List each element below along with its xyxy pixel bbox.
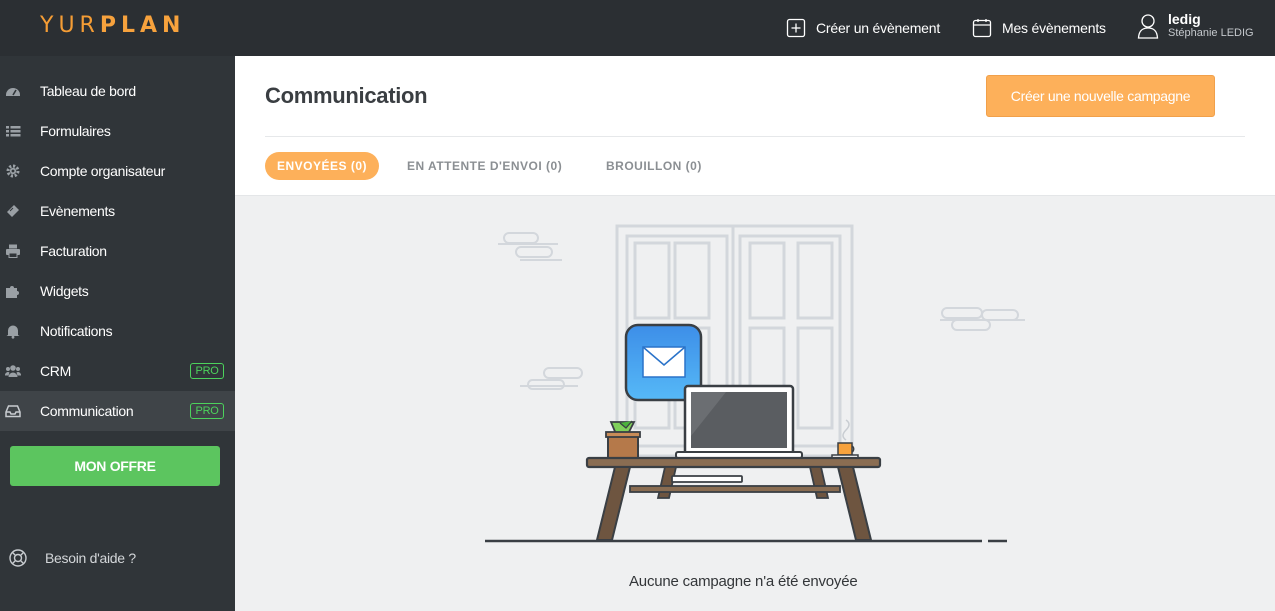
puzzle-icon bbox=[6, 286, 19, 298]
user-icon bbox=[1137, 14, 1159, 39]
sidebar-item-dashboard[interactable]: Tableau de bord bbox=[0, 71, 235, 111]
sidebar: Tableau de bord Formulaires Compte organ… bbox=[0, 56, 235, 611]
tab-sent[interactable]: ENVOYÉES (0) bbox=[265, 152, 380, 180]
my-events-button[interactable]: Mes évènements bbox=[972, 17, 1106, 39]
list-icon bbox=[6, 126, 21, 137]
top-bar: YURPLAN Créer un évènement Mes évènement… bbox=[0, 0, 1275, 56]
empty-state-illustration bbox=[485, 224, 1025, 543]
user-name: ledig bbox=[1168, 11, 1201, 27]
help-label: Besoin d'aide ? bbox=[45, 550, 136, 566]
yurplan-logo[interactable]: YURPLAN bbox=[40, 13, 185, 38]
coffee-cup bbox=[831, 419, 859, 459]
sidebar-item-label: Communication bbox=[40, 403, 134, 419]
bell-icon bbox=[6, 325, 20, 339]
brick-decoration bbox=[940, 307, 1025, 331]
sidebar-item-notifications[interactable]: Notifications bbox=[0, 311, 235, 351]
sidebar-item-label: Facturation bbox=[40, 243, 107, 259]
help-link[interactable]: Besoin d'aide ? bbox=[8, 546, 136, 570]
tab-pending[interactable]: EN ATTENTE D'ENVOI (0) bbox=[407, 152, 562, 180]
empty-state-message: Aucune campagne n'a été envoyée bbox=[629, 573, 858, 590]
create-event-label: Créer un évènement bbox=[816, 20, 941, 36]
sidebar-item-label: CRM bbox=[40, 363, 71, 379]
main-header: Communication Créer une nouvelle campagn… bbox=[235, 56, 1275, 196]
user-fullname: Stéphanie LEDIG bbox=[1168, 27, 1254, 39]
sidebar-item-events[interactable]: Evènements bbox=[0, 191, 235, 231]
sidebar-item-organizer-account[interactable]: Compte organisateur bbox=[0, 151, 235, 191]
my-events-label: Mes évènements bbox=[1002, 20, 1106, 36]
lifebuoy-icon bbox=[9, 549, 27, 567]
pro-badge: PRO bbox=[190, 403, 224, 419]
tab-draft[interactable]: BROUILLON (0) bbox=[606, 152, 702, 180]
create-event-button[interactable]: Créer un évènement bbox=[786, 17, 940, 39]
brick-decoration bbox=[498, 232, 562, 261]
my-offer-button[interactable]: MON OFFRE bbox=[10, 446, 220, 486]
plus-square-icon bbox=[786, 18, 806, 38]
gear-icon bbox=[6, 164, 20, 178]
dashboard-icon bbox=[6, 88, 20, 96]
print-icon bbox=[6, 244, 20, 258]
page-title: Communication bbox=[265, 83, 428, 108]
create-campaign-button[interactable]: Créer une nouvelle campagne bbox=[986, 75, 1215, 117]
sidebar-item-communication[interactable]: Communication PRO bbox=[0, 391, 235, 431]
calendar-icon bbox=[972, 19, 992, 38]
pro-badge: PRO bbox=[190, 363, 224, 379]
inbox-icon bbox=[5, 405, 21, 418]
sidebar-item-crm[interactable]: CRM PRO bbox=[0, 351, 235, 391]
sidebar-item-label: Notifications bbox=[40, 323, 113, 339]
ticket-icon bbox=[7, 205, 19, 217]
sidebar-item-label: Widgets bbox=[40, 283, 89, 299]
sidebar-item-label: Compte organisateur bbox=[40, 163, 166, 179]
sidebar-item-forms[interactable]: Formulaires bbox=[0, 111, 235, 151]
brick-decoration bbox=[520, 367, 583, 390]
sidebar-item-billing[interactable]: Facturation bbox=[0, 231, 235, 271]
sidebar-item-label: Tableau de bord bbox=[40, 83, 136, 99]
sidebar-item-label: Evènements bbox=[40, 203, 115, 219]
sidebar-item-label: Formulaires bbox=[40, 123, 111, 139]
laptop bbox=[675, 384, 803, 459]
header-divider bbox=[265, 136, 1245, 137]
sidebar-item-widgets[interactable]: Widgets bbox=[0, 271, 235, 311]
table bbox=[585, 456, 882, 541]
users-icon bbox=[5, 365, 21, 377]
